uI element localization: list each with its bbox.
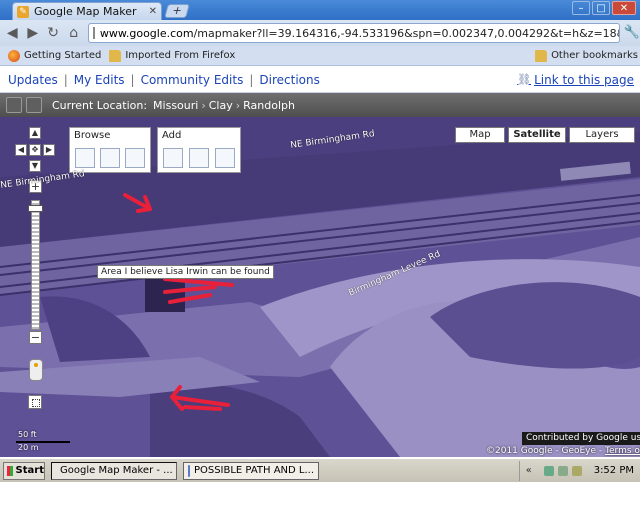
folder-icon	[535, 49, 548, 62]
close-window-button[interactable]: ✕	[612, 1, 636, 15]
windows-logo-icon	[7, 465, 13, 476]
firefox-icon	[8, 49, 20, 62]
add-line-icon[interactable]	[189, 148, 209, 168]
tab-title: Google Map Maker	[34, 5, 137, 18]
clock[interactable]: 3:52 PM	[594, 465, 634, 476]
breadcrumb-item-randolph[interactable]: Randolph	[243, 99, 295, 112]
map-copyright: ©2011 Google - GeoEye - Terms of Use	[486, 446, 640, 456]
document-icon	[188, 464, 190, 477]
browse-panel: Browse	[69, 127, 151, 173]
satellite-map[interactable]: ▲ ◀ ✥ ▶ ▼ + − Browse Add Map Satellite L…	[0, 117, 640, 457]
map-scale: 50 ft 20 m	[16, 430, 76, 454]
home-icon[interactable]: ⌂	[65, 24, 81, 42]
location-bar: Current Location: Missouri › Clay › Randolph	[0, 93, 640, 117]
browse-title: Browse	[74, 130, 111, 141]
nav-updates[interactable]: Updates	[8, 73, 58, 87]
browser-title-bar: ✎ Google Map Maker ✕ + – □ ✕	[0, 0, 640, 20]
map-annotation-label: Area I believe Lisa Irwin can be found	[97, 265, 274, 279]
map-type-layers[interactable]: Layers	[569, 127, 635, 143]
pan-center-icon[interactable]: ✥	[29, 144, 41, 156]
select-line-icon[interactable]	[125, 148, 145, 168]
current-location-label: Current Location:	[52, 98, 148, 112]
browser-tab[interactable]: ✎ Google Map Maker ✕	[12, 2, 162, 20]
fullscreen-icon[interactable]	[26, 97, 42, 113]
add-shape-icon[interactable]	[215, 148, 235, 168]
pan-down-icon[interactable]: ▼	[29, 160, 41, 172]
maximize-button[interactable]: □	[592, 1, 610, 15]
nav-my-edits[interactable]: My Edits	[74, 73, 125, 87]
start-button[interactable]: Start	[3, 461, 45, 480]
browser-toolbar: ◀ ▶ ↻ ⌂ www.google.com/mapmaker?ll=39.16…	[0, 20, 640, 46]
drag-zoom-icon[interactable]	[28, 395, 42, 409]
terms-of-use-link[interactable]: Terms of Use	[605, 446, 640, 456]
map-type-satellite[interactable]: Satellite	[508, 127, 566, 143]
tray-icon[interactable]	[543, 465, 554, 476]
mapmaker-header: Updates | My Edits | Community Edits | D…	[0, 67, 640, 93]
pan-left-icon[interactable]: ◀	[15, 144, 27, 156]
nav-directions[interactable]: Directions	[259, 73, 319, 87]
zoom-out-button[interactable]: −	[29, 331, 42, 344]
link-to-page[interactable]: ⛓ Link to this page	[517, 73, 634, 87]
pan-right-icon[interactable]: ▶	[43, 144, 55, 156]
address-bar[interactable]: www.google.com/mapmaker?ll=39.164316,-94…	[87, 23, 620, 43]
folder-icon	[109, 49, 122, 62]
add-point-icon[interactable]	[163, 148, 183, 168]
close-tab-icon[interactable]: ✕	[149, 6, 157, 17]
contributed-by-label: Contributed by Google users	[522, 432, 640, 445]
sidebar-toggle-icon[interactable]	[6, 97, 22, 113]
select-point-icon[interactable]	[100, 148, 120, 168]
street-view-pegman-icon[interactable]	[29, 359, 43, 381]
minimize-button[interactable]: –	[572, 1, 590, 15]
taskbar-item-map-maker[interactable]: Google Map Maker - ...	[51, 461, 177, 480]
pan-up-icon[interactable]: ▲	[29, 127, 41, 139]
wrench-icon[interactable]: 🔧	[624, 24, 640, 42]
desktop-blank-area	[0, 482, 640, 526]
show-hidden-icons-icon[interactable]: «	[526, 465, 532, 476]
breadcrumb-item-clay[interactable]: Clay	[209, 99, 233, 112]
system-tray: « 3:52 PM	[518, 460, 640, 481]
tray-icon[interactable]	[557, 465, 568, 476]
bookmark-imported-from-firefox[interactable]: Imported From Firefox	[109, 49, 235, 62]
map-type-map[interactable]: Map	[455, 127, 505, 143]
link-icon: ⛓	[517, 73, 532, 86]
other-bookmarks[interactable]: Other bookmarks	[535, 49, 638, 62]
bookmarks-bar: Getting Started Imported From Firefox Ot…	[0, 46, 640, 66]
nav-community-edits[interactable]: Community Edits	[141, 73, 244, 87]
breadcrumb-item-missouri[interactable]: Missouri	[153, 99, 198, 112]
volume-icon[interactable]	[571, 465, 582, 476]
add-panel: Add	[157, 127, 241, 173]
windows-taskbar: Start Google Map Maker - ... POSSIBLE PA…	[0, 458, 640, 482]
map-maker-icon: ✎	[17, 5, 29, 18]
back-icon[interactable]: ◀	[4, 24, 20, 42]
zoom-slider[interactable]	[31, 200, 40, 330]
taskbar-item-possible-path[interactable]: POSSIBLE PATH AND L...	[183, 461, 319, 480]
reload-icon[interactable]: ↻	[45, 24, 61, 42]
scale-meters: 20 m	[18, 443, 39, 452]
add-title: Add	[162, 130, 182, 141]
grid-select-icon[interactable]	[75, 148, 95, 168]
scale-feet: 50 ft	[18, 430, 37, 439]
breadcrumb: Missouri › Clay › Randolph	[153, 98, 295, 112]
new-tab-button[interactable]: +	[164, 4, 190, 18]
bookmark-getting-started[interactable]: Getting Started	[8, 49, 101, 62]
forward-icon[interactable]: ▶	[24, 24, 40, 42]
zoom-slider-handle[interactable]	[28, 205, 43, 212]
url-text: www.google.com/mapmaker?ll=39.164316,-94…	[99, 26, 620, 40]
page-icon	[92, 27, 95, 39]
